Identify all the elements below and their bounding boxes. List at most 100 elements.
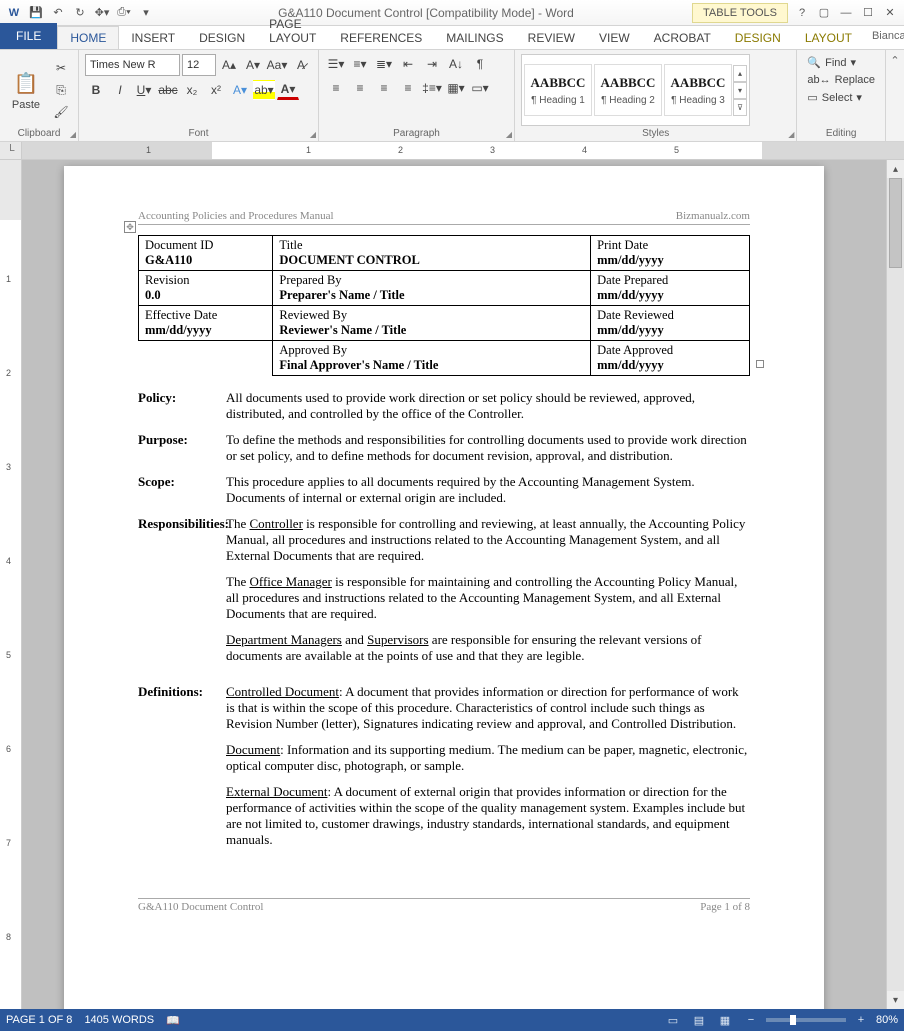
zoom-slider-thumb[interactable]	[790, 1015, 796, 1025]
close-icon[interactable]: ✕	[880, 3, 900, 23]
text-effects-icon[interactable]: A▾	[229, 80, 251, 100]
italic-icon[interactable]: I	[109, 80, 131, 100]
font-launcher-icon[interactable]: ◢	[310, 130, 316, 139]
replace-button[interactable]: ab↔ Replace	[803, 72, 879, 88]
scroll-up-icon[interactable]: ▴	[887, 160, 904, 178]
bullets-icon[interactable]: ☰▾	[325, 54, 347, 74]
vertical-ruler[interactable]: 1 2 3 4 5 6 7 8	[0, 160, 22, 1009]
strikethrough-icon[interactable]: abc	[157, 80, 179, 100]
shrink-font-icon[interactable]: A▾	[242, 55, 264, 75]
read-mode-icon[interactable]: ▭	[662, 1011, 684, 1029]
sort-icon[interactable]: A↓	[445, 54, 467, 74]
paragraph-launcher-icon[interactable]: ◢	[506, 130, 512, 139]
find-button[interactable]: 🔍 Find ▾	[803, 54, 879, 71]
tab-references[interactable]: REFERENCES	[328, 27, 434, 49]
gallery-down-icon[interactable]: ▾	[733, 82, 747, 99]
justify-icon[interactable]: ≡	[397, 78, 419, 98]
scrollbar-track[interactable]	[887, 178, 904, 991]
align-left-icon[interactable]: ≡	[325, 78, 347, 98]
paste-button[interactable]: 📋 Paste	[6, 54, 46, 126]
web-layout-icon[interactable]: ▦	[714, 1011, 736, 1029]
tab-page-layout[interactable]: PAGE LAYOUT	[257, 13, 328, 49]
font-size-combo[interactable]: 12	[182, 54, 216, 76]
zoom-level[interactable]: 80%	[876, 1014, 898, 1026]
clipboard-launcher-icon[interactable]: ◢	[70, 130, 76, 139]
tab-table-design[interactable]: DESIGN	[723, 27, 793, 49]
clear-formatting-icon[interactable]: A̷	[290, 55, 312, 75]
style-heading2[interactable]: AABBCC ¶ Heading 2	[594, 64, 662, 116]
align-right-icon[interactable]: ≡	[373, 78, 395, 98]
tab-view[interactable]: VIEW	[587, 27, 642, 49]
borders-icon[interactable]: ▭▾	[469, 78, 491, 98]
underline-icon[interactable]: U▾	[133, 80, 155, 100]
copy-icon[interactable]: ⎘	[50, 80, 72, 100]
page-scroll-region[interactable]: Accounting Policies and Procedures Manua…	[22, 160, 886, 1009]
multilevel-list-icon[interactable]: ≣▾	[373, 54, 395, 74]
format-painter-icon[interactable]: 🖌	[50, 102, 72, 122]
ruler-corner[interactable]: └	[0, 142, 22, 159]
decrease-indent-icon[interactable]: ⇤	[397, 54, 419, 74]
table-resize-handle-icon[interactable]	[756, 360, 764, 368]
style-heading3[interactable]: AABBCC ¶ Heading 3	[664, 64, 732, 116]
tab-mailings[interactable]: MAILINGS	[434, 27, 515, 49]
zoom-out-icon[interactable]: −	[740, 1011, 762, 1029]
help-icon[interactable]: ?	[792, 3, 812, 23]
qat-dropdown-icon[interactable]: ▾	[136, 3, 156, 23]
change-case-icon[interactable]: Aa▾	[266, 55, 288, 75]
tab-file[interactable]: FILE	[0, 23, 57, 49]
subscript-icon[interactable]: x₂	[181, 80, 203, 100]
styles-launcher-icon[interactable]: ◢	[788, 130, 794, 139]
section-label: Responsibilities:	[138, 516, 226, 674]
line-spacing-icon[interactable]: ‡≡▾	[421, 78, 443, 98]
proofing-icon[interactable]: 📖	[166, 1014, 180, 1027]
gallery-more-icon[interactable]: ⊽	[733, 99, 747, 116]
qat-customize-icon[interactable]: ⎙▾	[114, 3, 134, 23]
show-marks-icon[interactable]: ¶	[469, 54, 491, 74]
word-icon[interactable]: W	[4, 3, 24, 23]
minimize-icon[interactable]: —	[836, 3, 856, 23]
shading-icon[interactable]: ▦▾	[445, 78, 467, 98]
scroll-down-icon[interactable]: ▾	[887, 991, 904, 1009]
highlight-icon[interactable]: ab▾	[253, 80, 275, 100]
tab-insert[interactable]: INSERT	[119, 27, 187, 49]
tab-table-layout[interactable]: LAYOUT	[793, 27, 864, 49]
ribbon-options-icon[interactable]: ▢	[814, 3, 834, 23]
numbering-icon[interactable]: ≡▾	[349, 54, 371, 74]
zoom-slider[interactable]	[766, 1018, 846, 1022]
collapse-ribbon-icon[interactable]: ⌃	[890, 54, 899, 67]
document-meta-table[interactable]: Document IDG&A110 TitleDOCUMENT CONTROL …	[138, 235, 750, 376]
table-move-handle-icon[interactable]: ✥	[124, 221, 136, 233]
undo-icon[interactable]: ↶	[48, 3, 68, 23]
save-icon[interactable]: 💾	[26, 3, 46, 23]
superscript-icon[interactable]: x²	[205, 80, 227, 100]
horizontal-ruler[interactable]: 1 1 2 3 4 5	[22, 142, 904, 159]
bold-icon[interactable]: B	[85, 80, 107, 100]
tab-acrobat[interactable]: ACROBAT	[642, 27, 723, 49]
gallery-up-icon[interactable]: ▴	[733, 65, 747, 82]
word-count[interactable]: 1405 WORDS	[84, 1014, 154, 1026]
document-page[interactable]: Accounting Policies and Procedures Manua…	[64, 166, 824, 1009]
styles-gallery[interactable]: AABBCC ¶ Heading 1 AABBCC ¶ Heading 2 AA…	[521, 54, 750, 126]
vertical-scrollbar[interactable]: ▴ ▾	[886, 160, 904, 1009]
cut-icon[interactable]: ✂	[50, 58, 72, 78]
font-name-combo[interactable]: Times New R	[85, 54, 180, 76]
user-menu[interactable]: Bianca...	[864, 23, 904, 49]
tab-design[interactable]: DESIGN	[187, 27, 257, 49]
increase-indent-icon[interactable]: ⇥	[421, 54, 443, 74]
cell-value: mm/dd/yyyy	[597, 253, 664, 267]
table-row: Approved ByFinal Approver's Name / Title…	[139, 341, 750, 376]
tab-review[interactable]: REVIEW	[516, 27, 587, 49]
touch-mode-icon[interactable]: ✥▾	[92, 3, 112, 23]
tab-home[interactable]: HOME	[57, 26, 119, 49]
scrollbar-thumb[interactable]	[889, 178, 902, 268]
zoom-in-icon[interactable]: +	[850, 1011, 872, 1029]
style-heading1[interactable]: AABBCC ¶ Heading 1	[524, 64, 592, 116]
font-color-icon[interactable]: A▾	[277, 80, 299, 100]
print-layout-icon[interactable]: ▤	[688, 1011, 710, 1029]
redo-icon[interactable]: ↻	[70, 3, 90, 23]
select-button[interactable]: ▭ Select ▾	[803, 89, 879, 106]
align-center-icon[interactable]: ≡	[349, 78, 371, 98]
grow-font-icon[interactable]: A▴	[218, 55, 240, 75]
maximize-icon[interactable]: ☐	[858, 3, 878, 23]
page-count[interactable]: PAGE 1 OF 8	[6, 1014, 72, 1026]
